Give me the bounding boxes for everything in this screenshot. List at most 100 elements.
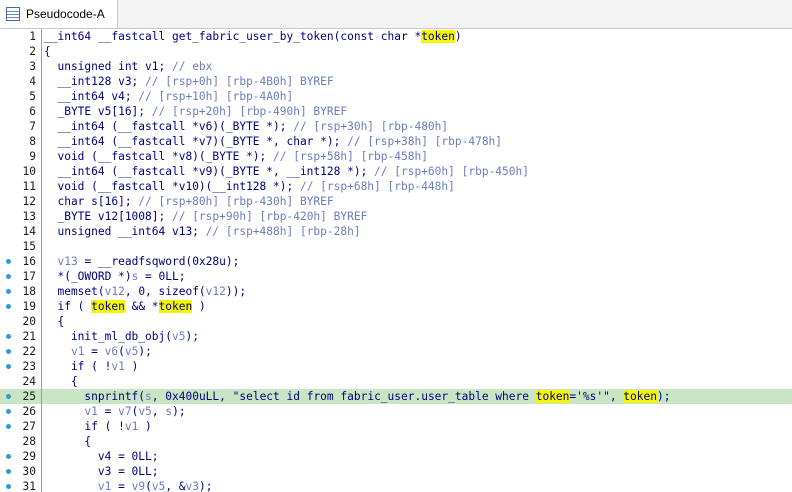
breakpoint-dot-icon[interactable] (6, 334, 11, 339)
code-text[interactable]: __int64 (__fastcall *v6)(_BYTE *); // [r… (44, 119, 448, 134)
code-line[interactable]: 23 if ( !v1 ) (0, 359, 792, 374)
code-text[interactable]: __int64 (__fastcall *v9)(_BYTE *, __int1… (44, 164, 529, 179)
breakpoint-dot-icon[interactable] (6, 409, 11, 414)
code-line[interactable]: 29 v4 = 0LL; (0, 449, 792, 464)
code-line[interactable]: 24 { (0, 374, 792, 389)
breakpoint-dot-icon[interactable] (6, 484, 11, 489)
code-text[interactable]: void (__fastcall *v10)(__int128 *); // [… (44, 179, 454, 194)
pseudocode-editor[interactable]: 1 __int64 __fastcall get_fabric_user_by_t… (0, 29, 792, 492)
code-text[interactable]: init_ml_db_obj(v5); (44, 329, 199, 344)
code-line[interactable]: 26 v1 = v7(v5, s); (0, 404, 792, 419)
breakpoint-dot-icon[interactable] (6, 469, 11, 474)
breakpoint-dot-icon[interactable] (6, 274, 11, 279)
gutter-divider (41, 329, 42, 344)
code-comment: // [rsp+20h] [rbp-490h] BYREF (151, 105, 348, 118)
code-text[interactable]: _BYTE v5[16]; // [rsp+20h] [rbp-490h] BY… (44, 104, 347, 119)
code-line[interactable]: 18 memset(v12, 0, sizeof(v12)); (0, 284, 792, 299)
code-text[interactable]: *(_OWORD *)s = 0LL; (44, 269, 185, 284)
code-line[interactable]: 17 *(_OWORD *)s = 0LL; (0, 269, 792, 284)
code-line[interactable]: 8 __int64 (__fastcall *v7)(_BYTE *, char… (0, 134, 792, 149)
code-line[interactable]: 22 v1 = v6(v5); (0, 344, 792, 359)
code-line[interactable]: 21 init_ml_db_obj(v5); (0, 329, 792, 344)
code-text[interactable]: { (44, 314, 64, 329)
code-text[interactable]: { (44, 44, 51, 59)
code-line[interactable]: 14 unsigned __int64 v13; // [rsp+488h] [… (0, 224, 792, 239)
code-text[interactable]: char s[16]; // [rsp+80h] [rbp-430h] BYRE… (44, 194, 333, 209)
pseudocode-window-icon (6, 7, 20, 21)
code-line[interactable]: 16 v13 = __readfsqword(0x28u); (0, 254, 792, 269)
code-text[interactable]: v1 = v7(v5, s); (44, 404, 185, 419)
code-line[interactable]: 4 __int128 v3; // [rsp+0h] [rbp-4B0h] BY… (0, 74, 792, 89)
code-text[interactable]: { (44, 434, 91, 449)
gutter-divider (41, 299, 42, 314)
breakpoint-dot-icon[interactable] (6, 424, 11, 429)
code-text[interactable]: __int64 v4; // [rsp+10h] [rbp-4A0h] (44, 89, 293, 104)
gutter-divider (41, 419, 42, 434)
code-comment: // [rsp+0h] [rbp-4B0h] BYREF (145, 75, 334, 88)
code-token: v6 (104, 345, 119, 358)
code-token: = __readfsqword(0x28u); (77, 255, 240, 268)
gutter-divider (41, 254, 42, 269)
code-text[interactable]: v3 = 0LL; (44, 464, 159, 479)
code-line[interactable]: 12 char s[16]; // [rsp+80h] [rbp-430h] B… (0, 194, 792, 209)
code-text[interactable]: unsigned __int64 v13; // [rsp+488h] [rbp… (44, 224, 360, 239)
code-line[interactable]: 5 __int64 v4; // [rsp+10h] [rbp-4A0h] (0, 89, 792, 104)
code-text[interactable]: memset(v12, 0, sizeof(v12)); (44, 284, 246, 299)
breakpoint-dot-icon[interactable] (6, 349, 11, 354)
code-line[interactable]: 6 _BYTE v5[16]; // [rsp+20h] [rbp-490h] … (0, 104, 792, 119)
code-token: v5 (171, 330, 186, 343)
code-line[interactable]: 11 void (__fastcall *v10)(__int128 *); /… (0, 179, 792, 194)
line-number: 23 (22, 360, 36, 373)
line-number: 24 (22, 375, 36, 388)
code-text[interactable]: __int64 (__fastcall *v7)(_BYTE *, char *… (44, 134, 502, 149)
line-number: 14 (22, 225, 36, 238)
code-token: ); (185, 330, 199, 343)
code-text[interactable]: v13 = __readfsqword(0x28u); (44, 254, 239, 269)
code-line[interactable]: 27 if ( !v1 ) (0, 419, 792, 434)
breakpoint-dot-icon[interactable] (6, 304, 11, 309)
line-number: 11 (22, 180, 36, 193)
code-line[interactable]: 19 if ( token && *token ) (0, 299, 792, 314)
line-number: 2 (29, 45, 36, 58)
code-line[interactable]: 28 { (0, 434, 792, 449)
code-line[interactable]: 9 void (__fastcall *v8)(_BYTE *); // [rs… (0, 149, 792, 164)
code-line[interactable]: 3 unsigned int v1; // ebx (0, 59, 792, 74)
code-line[interactable]: 30 v3 = 0LL; (0, 464, 792, 479)
code-text[interactable]: v1 = v9(v5, &v3); (44, 479, 213, 492)
highlighted-token: token (535, 390, 570, 403)
code-text[interactable]: if ( token && *token ) (44, 299, 206, 314)
code-text[interactable]: snprintf(s, 0x400uLL, "select id from fa… (44, 389, 670, 404)
code-text[interactable]: void (__fastcall *v8)(_BYTE *); // [rsp+… (44, 149, 427, 164)
breakpoint-dot-icon[interactable] (6, 289, 11, 294)
breakpoint-dot-icon[interactable] (6, 364, 11, 369)
breakpoint-dot-icon[interactable] (6, 259, 11, 264)
code-text[interactable]: __int64 __fastcall get_fabric_user_by_to… (44, 29, 462, 44)
tab-pseudocode-a[interactable]: Pseudocode-A (0, 0, 118, 28)
code-text[interactable]: if ( !v1 ) (44, 419, 151, 434)
code-text[interactable]: v1 = v6(v5); (44, 344, 152, 359)
breakpoint-dot-icon[interactable] (6, 394, 11, 399)
code-text[interactable]: { (44, 374, 78, 389)
code-token: { (44, 375, 78, 388)
code-token: = (111, 480, 132, 492)
code-text[interactable]: v4 = 0LL; (44, 449, 159, 464)
code-text[interactable]: if ( !v1 ) (44, 359, 138, 374)
code-line[interactable]: 25 snprintf(s, 0x400uLL, "select id from… (0, 389, 792, 404)
code-line[interactable]: 1 __int64 __fastcall get_fabric_user_by_t… (0, 29, 792, 44)
code-line[interactable]: 7 __int64 (__fastcall *v6)(_BYTE *); // … (0, 119, 792, 134)
code-line[interactable]: 13 _BYTE v12[1008]; // [rsp+90h] [rbp-42… (0, 209, 792, 224)
code-line[interactable]: 10 __int64 (__fastcall *v9)(_BYTE *, __i… (0, 164, 792, 179)
code-line[interactable]: 2{ (0, 44, 792, 59)
line-number: 9 (29, 150, 36, 163)
code-line[interactable]: 31 v1 = v9(v5, &v3); (0, 479, 792, 492)
code-line[interactable]: 20 { (0, 314, 792, 329)
gutter-divider (41, 119, 42, 134)
code-token: v5 (138, 405, 152, 418)
code-text[interactable]: _BYTE v12[1008]; // [rsp+90h] [rbp-420h]… (44, 209, 367, 224)
breakpoint-dot-icon[interactable] (6, 454, 11, 459)
code-line[interactable]: 15 (0, 239, 792, 254)
code-text[interactable]: unsigned int v1; // ebx (44, 59, 212, 74)
code-text[interactable]: __int128 v3; // [rsp+0h] [rbp-4B0h] BYRE… (44, 74, 334, 89)
